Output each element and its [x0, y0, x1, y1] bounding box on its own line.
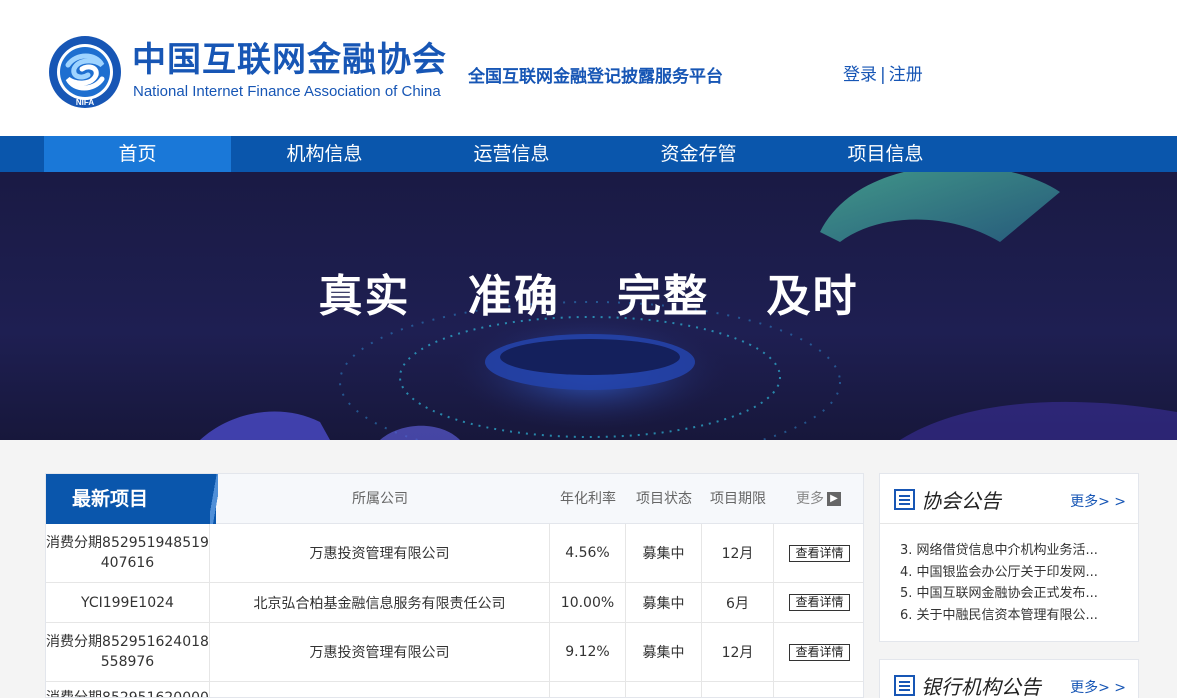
auth-separator: | — [880, 65, 886, 85]
bank-notice-more-link[interactable]: 更多> > — [1070, 677, 1126, 697]
column-header-rate: 年化利率 — [560, 491, 616, 507]
logo-english-name[interactable]: National Internet Finance Association of… — [133, 83, 441, 101]
bank-notice-title: 银行机构公告 — [921, 675, 1041, 698]
slogan-word: 准确 — [467, 271, 560, 322]
project-term: 12月 — [702, 623, 774, 681]
notice-document-icon — [894, 675, 915, 696]
notice-item[interactable]: 6. 关于中融民信资本管理有限公... — [900, 605, 1120, 627]
notice-item[interactable]: 3. 网络借贷信息中介机构业务活... — [900, 540, 1120, 562]
table-row: YCI199E1024 北京弘合柏基金融信息服务有限责任公司 10.00% 募集… — [46, 583, 863, 623]
project-status: 募集中 — [626, 524, 702, 582]
project-status: 募集中 — [626, 623, 702, 681]
table-row: 消费分期852951624018558976 万惠投资管理有限公司 9.12% … — [46, 623, 863, 682]
slogan-word: 完整 — [617, 271, 710, 322]
project-rate: 9.12% — [550, 623, 626, 681]
project-company: 万惠投资管理有限公司 — [210, 623, 550, 681]
view-details-button[interactable]: 查看详情 — [789, 594, 850, 611]
project-term: 6月 — [702, 583, 774, 622]
auth-links: 登录 | 注册 — [843, 60, 923, 85]
project-name: YCI199E1024 — [46, 583, 210, 622]
platform-title: 全国互联网金融登记披露服务平台 — [468, 67, 723, 87]
project-name: 消费分期8529516200000 — [46, 682, 210, 697]
slogan-word: 及时 — [766, 271, 859, 322]
nav-item-projects[interactable]: 项目信息 — [792, 136, 979, 172]
column-header-company: 所属公司 — [352, 491, 408, 507]
association-notice-more-link[interactable]: 更多> > — [1070, 491, 1126, 511]
action-cell: 查看详情 — [774, 524, 863, 582]
action-cell — [774, 682, 863, 697]
project-name: 消费分期852951624018558976 — [46, 623, 210, 681]
latest-projects-panel: 最新项目 所属公司 年化利率 项目状态 项目期限 更多 ▶ 消费分期8529519… — [45, 473, 864, 698]
nav-item-custody[interactable]: 资金存管 — [605, 136, 792, 172]
table-row: 消费分期8529516200000 — [46, 682, 863, 697]
slogan-word: 真实 — [318, 271, 411, 322]
banner-slogan: 真实 准确 完整 及时 — [0, 260, 1177, 324]
project-rate: 10.00% — [550, 583, 626, 622]
project-status — [626, 682, 702, 697]
project-term: 12月 — [702, 524, 774, 582]
notice-document-icon — [894, 489, 915, 510]
logo-chinese-name[interactable]: 中国互联网金融协会 — [132, 40, 447, 80]
view-details-button[interactable]: 查看详情 — [789, 643, 850, 661]
login-link[interactable]: 登录 — [843, 65, 877, 85]
association-notice-header: 协会公告 更多> > — [880, 474, 1138, 524]
association-notice-list: 3. 网络借贷信息中介机构业务活... 4. 中国银监会办公厅关于印发网... … — [900, 540, 1120, 626]
main-nav: 首页 机构信息 运营信息 资金存管 项目信息 — [0, 136, 1177, 172]
project-term — [702, 682, 774, 697]
view-details-button[interactable]: 查看详情 — [789, 544, 850, 562]
nav-item-operations[interactable]: 运营信息 — [418, 136, 605, 172]
column-header-term: 项目期限 — [710, 491, 766, 507]
notice-item[interactable]: 4. 中国银监会办公厅关于印发网... — [900, 562, 1120, 584]
svg-text:NIFA: NIFA — [76, 98, 94, 107]
site-header: NIFA 中国互联网金融协会 National Internet Finance… — [0, 0, 1177, 136]
column-header-status: 项目状态 — [636, 491, 692, 507]
project-status: 募集中 — [626, 583, 702, 622]
nifa-logo-icon[interactable]: NIFA — [48, 35, 122, 109]
nav-item-institutions[interactable]: 机构信息 — [231, 136, 418, 172]
action-cell: 查看详情 — [774, 623, 863, 681]
panel-title: 最新项目 — [46, 474, 216, 524]
project-company — [210, 682, 550, 697]
bank-notice-panel: 银行机构公告 更多> > — [879, 659, 1139, 698]
projects-more-link[interactable]: 更多 ▶ — [796, 474, 841, 524]
notice-item[interactable]: 5. 中国互联网金融协会正式发布... — [900, 583, 1120, 605]
association-notice-title: 协会公告 — [921, 489, 1001, 513]
register-link[interactable]: 注册 — [889, 65, 923, 85]
arrow-right-icon: ▶ — [827, 492, 841, 506]
project-rate — [550, 682, 626, 697]
action-cell: 查看详情 — [774, 583, 863, 622]
nav-item-home[interactable]: 首页 — [44, 136, 231, 172]
project-company: 万惠投资管理有限公司 — [210, 524, 550, 582]
more-label: 更多 — [796, 491, 824, 507]
table-row: 消费分期852951948519407616 万惠投资管理有限公司 4.56% … — [46, 524, 863, 583]
project-name: 消费分期852951948519407616 — [46, 524, 210, 582]
hero-banner: 真实 准确 完整 及时 — [0, 172, 1177, 440]
project-rate: 4.56% — [550, 524, 626, 582]
project-company: 北京弘合柏基金融信息服务有限责任公司 — [210, 583, 550, 622]
bank-notice-header: 银行机构公告 更多> > — [880, 660, 1138, 698]
association-notice-panel: 协会公告 更多> > 3. 网络借贷信息中介机构业务活... 4. 中国银监会办… — [879, 473, 1139, 642]
projects-table-header: 最新项目 所属公司 年化利率 项目状态 项目期限 更多 ▶ — [46, 474, 863, 524]
